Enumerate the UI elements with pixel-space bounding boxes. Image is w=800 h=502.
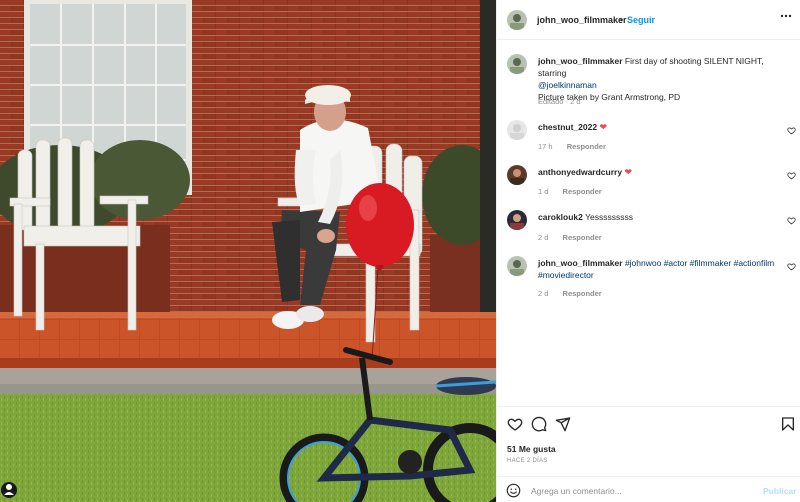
bookmark-icon[interactable] bbox=[780, 416, 796, 432]
reply-button[interactable]: Responder bbox=[563, 187, 602, 196]
comment-avatar[interactable] bbox=[507, 210, 527, 230]
comment-time: 1 d bbox=[538, 187, 549, 196]
comment-avatar[interactable] bbox=[507, 120, 527, 140]
comment-username[interactable]: caroklouk2 bbox=[538, 212, 583, 222]
post-actions: 51 Me gusta HACE 2 DÍAS bbox=[497, 406, 800, 476]
comment-body: chestnut_2022 ❤ bbox=[538, 121, 778, 133]
comment-text: Yesssssssss bbox=[582, 212, 633, 222]
comment-username[interactable]: chestnut_2022 bbox=[538, 122, 597, 132]
comment-composer: Publicar bbox=[497, 476, 800, 502]
post-image bbox=[0, 0, 496, 502]
caption-avatar[interactable] bbox=[507, 54, 527, 74]
comment-time: 17 h bbox=[538, 142, 553, 151]
reply-button[interactable]: Responder bbox=[563, 289, 602, 298]
red-heart-emoji: ❤ bbox=[624, 167, 632, 177]
author-avatar[interactable] bbox=[507, 10, 527, 30]
follow-button[interactable]: Seguir bbox=[627, 15, 655, 25]
caption-mention[interactable]: @joelkinnaman bbox=[538, 80, 597, 90]
comment-avatar[interactable] bbox=[507, 165, 527, 185]
likes-count[interactable]: 51 Me gusta bbox=[507, 444, 556, 454]
separator-dot: • bbox=[620, 15, 624, 25]
comment-username[interactable]: john_woo_filmmaker bbox=[538, 258, 623, 268]
comment-body: john_woo_filmmaker #johnwoo #actor #film… bbox=[538, 257, 778, 281]
share-icon[interactable] bbox=[555, 416, 571, 432]
post-photo[interactable] bbox=[0, 0, 496, 502]
heart-outline-icon[interactable] bbox=[507, 416, 523, 432]
comment-body: anthonyedwardcurry ❤ bbox=[538, 166, 778, 178]
comment-time: 2 d bbox=[538, 233, 549, 242]
reply-button[interactable]: Responder bbox=[567, 142, 606, 151]
reply-button[interactable]: Responder bbox=[563, 233, 602, 242]
comment-icon[interactable] bbox=[531, 416, 547, 432]
heart-outline-icon[interactable] bbox=[787, 171, 796, 180]
edited-label: Editado · 2 d bbox=[538, 97, 581, 106]
heart-outline-icon[interactable] bbox=[787, 216, 796, 225]
post-header: john_woo_filmmaker • Seguir bbox=[497, 0, 800, 40]
heart-outline-icon[interactable] bbox=[787, 262, 796, 271]
comments-list[interactable]: john_woo_filmmaker First day of shooting… bbox=[497, 40, 800, 406]
caption-body: john_woo_filmmaker First day of shooting… bbox=[538, 55, 778, 103]
comment-username[interactable]: anthonyedwardcurry bbox=[538, 167, 622, 177]
comment-avatar[interactable] bbox=[507, 256, 527, 276]
red-heart-emoji: ❤ bbox=[599, 122, 607, 132]
caption-username[interactable]: john_woo_filmmaker bbox=[538, 56, 623, 66]
more-horizontal-icon[interactable] bbox=[780, 10, 792, 25]
caption-meta: Editado · 2 d bbox=[538, 97, 593, 106]
post-timestamp: HACE 2 DÍAS bbox=[507, 458, 548, 464]
comment-meta: 17 h Responder bbox=[538, 142, 618, 151]
emoji-icon[interactable] bbox=[506, 483, 521, 498]
author-username[interactable]: john_woo_filmmaker bbox=[537, 15, 627, 25]
publish-button[interactable]: Publicar bbox=[763, 486, 797, 496]
comment-meta: 2 d Responder bbox=[538, 289, 614, 298]
post-side-panel: john_woo_filmmaker • Seguir john_woo_fil… bbox=[496, 0, 800, 502]
comment-body: caroklouk2 Yesssssssss bbox=[538, 211, 778, 223]
heart-outline-icon[interactable] bbox=[787, 126, 796, 135]
comment-time: 2 d bbox=[538, 289, 549, 298]
comment-meta: 2 d Responder bbox=[538, 233, 614, 242]
comment-input[interactable] bbox=[531, 483, 751, 498]
comment-meta: 1 d Responder bbox=[538, 187, 614, 196]
